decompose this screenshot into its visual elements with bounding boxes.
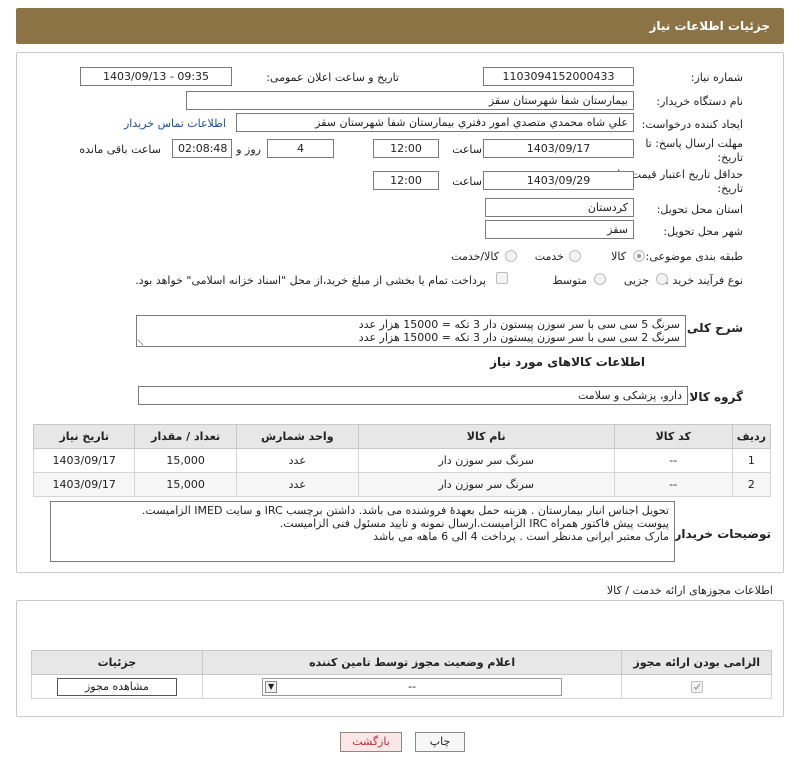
cell-code: --	[613, 448, 733, 473]
permits-table-header: الزامی بودن ارائه مجوز اعلام وضعیت مجوز …	[31, 650, 772, 675]
required-checkbox[interactable]	[690, 681, 703, 693]
days-label: روز و	[236, 143, 261, 156]
col-date: تاریخ نیاز	[32, 424, 136, 449]
goods-table-header: ردیف کد کالا نام کالا واحد شمارش تعداد /…	[32, 424, 772, 449]
cell-status: -- ▼	[201, 674, 623, 699]
cell-date: 1403/09/17	[32, 448, 136, 473]
remaining-days-field[interactable]: 4	[267, 139, 334, 158]
city-label: شهر محل تحویل:	[663, 225, 743, 238]
requester-label: ایجاد کننده درخواست:	[641, 118, 743, 131]
col-status: اعلام وضعیت مجوز توسط تامین کننده	[201, 650, 623, 675]
need-number-field[interactable]: 1103094152000433	[483, 67, 634, 86]
table-row[interactable]: -- ▼ مشاهده مجوز	[31, 674, 772, 699]
price-validity-label: حداقل تاریخ اعتبار قیمت: تا	[617, 168, 743, 181]
print-button[interactable]: چاپ	[415, 732, 465, 752]
category-option-service: خدمت	[534, 250, 564, 263]
reply-deadline-label: مهلت ارسال پاسخ: تا	[645, 137, 743, 150]
table-row[interactable]: 2 -- سرنگ سر سوزن دار عدد 15,000 1403/09…	[32, 472, 772, 497]
notes-line-2: پیوست پیش فاکتور همراه IRC الزامیست.ارسا…	[279, 517, 669, 530]
cell-details: مشاهده مجوز	[31, 674, 203, 699]
category-label: طبقه بندی موضوعی:	[645, 250, 743, 263]
col-row: ردیف	[731, 424, 772, 449]
category-radio-goods[interactable]	[633, 250, 645, 262]
notes-line-1: تحویل اجناس انبار بیمارستان . هزینه حمل …	[141, 504, 669, 517]
general-description-textarea[interactable]: سرنگ 5 سی سی با سر سوزن پیستون دار 3 تکه…	[136, 315, 686, 347]
requester-field[interactable]: علي شاه محمدي متصدي امور دفتري بيمارستان…	[236, 113, 634, 132]
cell-qty: 15,000	[134, 448, 237, 473]
buyer-contact-link[interactable]: اطلاعات تماس خریدار	[124, 117, 226, 130]
reply-deadline-time-field[interactable]: 12:00	[373, 139, 439, 158]
page-header: جزئیات اطلاعات نیاز	[16, 8, 784, 44]
need-number-label: شماره نیاز:	[690, 71, 743, 84]
remaining-time-field[interactable]: 02:08:48	[172, 139, 232, 158]
reply-deadline-time-label: ساعت	[452, 143, 482, 156]
province-field[interactable]: کردستان	[485, 198, 634, 217]
cell-row: 1	[731, 448, 772, 473]
treasury-checkbox[interactable]	[496, 272, 508, 284]
category-radio-goods-service[interactable]	[505, 250, 517, 262]
back-button[interactable]: بازگشت	[340, 732, 402, 752]
col-name: نام کالا	[357, 424, 615, 449]
remaining-time-label: ساعت باقی مانده	[79, 143, 161, 156]
announce-datetime-field[interactable]: 1403/09/13 - 09:35	[80, 67, 232, 86]
buyer-notes-label: توضیحات خریدار:	[669, 527, 771, 541]
cell-unit: عدد	[235, 472, 359, 497]
goods-info-title: اطلاعات کالاهای مورد نیاز	[490, 355, 645, 369]
cell-unit: عدد	[235, 448, 359, 473]
province-label: استان محل تحویل:	[656, 203, 743, 216]
reply-deadline-date-field[interactable]: 1403/09/17	[483, 139, 634, 158]
view-permit-button[interactable]: مشاهده مجوز	[56, 677, 177, 696]
permits-title: اطلاعات مجوزهای ارائه خدمت / کالا	[606, 584, 773, 597]
notes-line-3: مارک معتبر ایرانی مدنظر است . پرداخت 4 ا…	[373, 530, 669, 543]
permit-status-value: --	[408, 679, 417, 693]
col-details: جزئیات	[31, 650, 203, 675]
treasury-note: پرداخت تمام یا بخشی از مبلغ خرید،از محل …	[135, 274, 486, 287]
process-radio-minor[interactable]	[656, 273, 668, 285]
permits-table: الزامی بودن ارائه مجوز اعلام وضعیت مجوز …	[31, 650, 772, 699]
cell-qty: 15,000	[134, 472, 237, 497]
cell-code: --	[613, 472, 733, 497]
cell-name: سرنگ سر سوزن دار	[357, 448, 615, 473]
goods-table: ردیف کد کالا نام کالا واحد شمارش تعداد /…	[32, 424, 772, 497]
price-validity-time-label: ساعت	[452, 175, 482, 188]
col-unit: واحد شمارش	[235, 424, 359, 449]
col-qty: تعداد / مقدار	[134, 424, 237, 449]
cell-name: سرنگ سر سوزن دار	[357, 472, 615, 497]
price-validity-date-field[interactable]: 1403/09/29	[483, 171, 634, 190]
cell-row: 2	[731, 472, 772, 497]
process-radio-medium[interactable]	[594, 273, 606, 285]
category-option-goods: کالا	[611, 250, 626, 263]
table-row[interactable]: 1 -- سرنگ سر سوزن دار عدد 15,000 1403/09…	[32, 448, 772, 473]
announce-datetime-label: تاریخ و ساعت اعلان عمومی:	[266, 71, 399, 84]
goods-group-field[interactable]: دارو، پزشکی و سلامت	[138, 386, 688, 405]
description-line-1: سرنگ 5 سی سی با سر سوزن پیستون دار 3 تکه…	[358, 318, 680, 331]
chevron-down-icon[interactable]: ▼	[265, 680, 278, 693]
price-validity-label-date: تاریخ:	[717, 182, 743, 195]
cell-date: 1403/09/17	[32, 472, 136, 497]
page-title: جزئیات اطلاعات نیاز	[649, 19, 770, 33]
col-code: کد کالا	[613, 424, 733, 449]
process-option-medium: متوسط	[552, 274, 587, 287]
buyer-org-label: نام دستگاه خریدار:	[656, 95, 743, 108]
goods-group-label: گروه کالا:	[684, 390, 743, 404]
permit-status-select[interactable]: -- ▼	[262, 677, 563, 696]
reply-deadline-label-date: تاریخ:	[717, 151, 743, 164]
process-option-minor: جزیی	[623, 274, 649, 287]
cell-required	[621, 674, 772, 699]
col-required: الزامی بودن ارائه مجوز	[621, 650, 772, 675]
city-field[interactable]: سقز	[485, 220, 634, 239]
description-line-2: سرنگ 2 سی سی با سر سوزن پیستون دار 3 تکه…	[358, 331, 680, 344]
purchase-process-label: نوع فرآیند خرید :	[665, 274, 743, 287]
buyer-org-field[interactable]: بیمارستان شفا شهرستان سقز	[186, 91, 634, 110]
category-radio-service[interactable]	[569, 250, 581, 262]
check-icon	[693, 683, 701, 691]
buyer-notes-textarea[interactable]: تحویل اجناس انبار بیمارستان . هزینه حمل …	[50, 501, 675, 562]
category-option-goods-service: کالا/خدمت	[451, 250, 499, 263]
price-validity-time-field[interactable]: 12:00	[373, 171, 439, 190]
